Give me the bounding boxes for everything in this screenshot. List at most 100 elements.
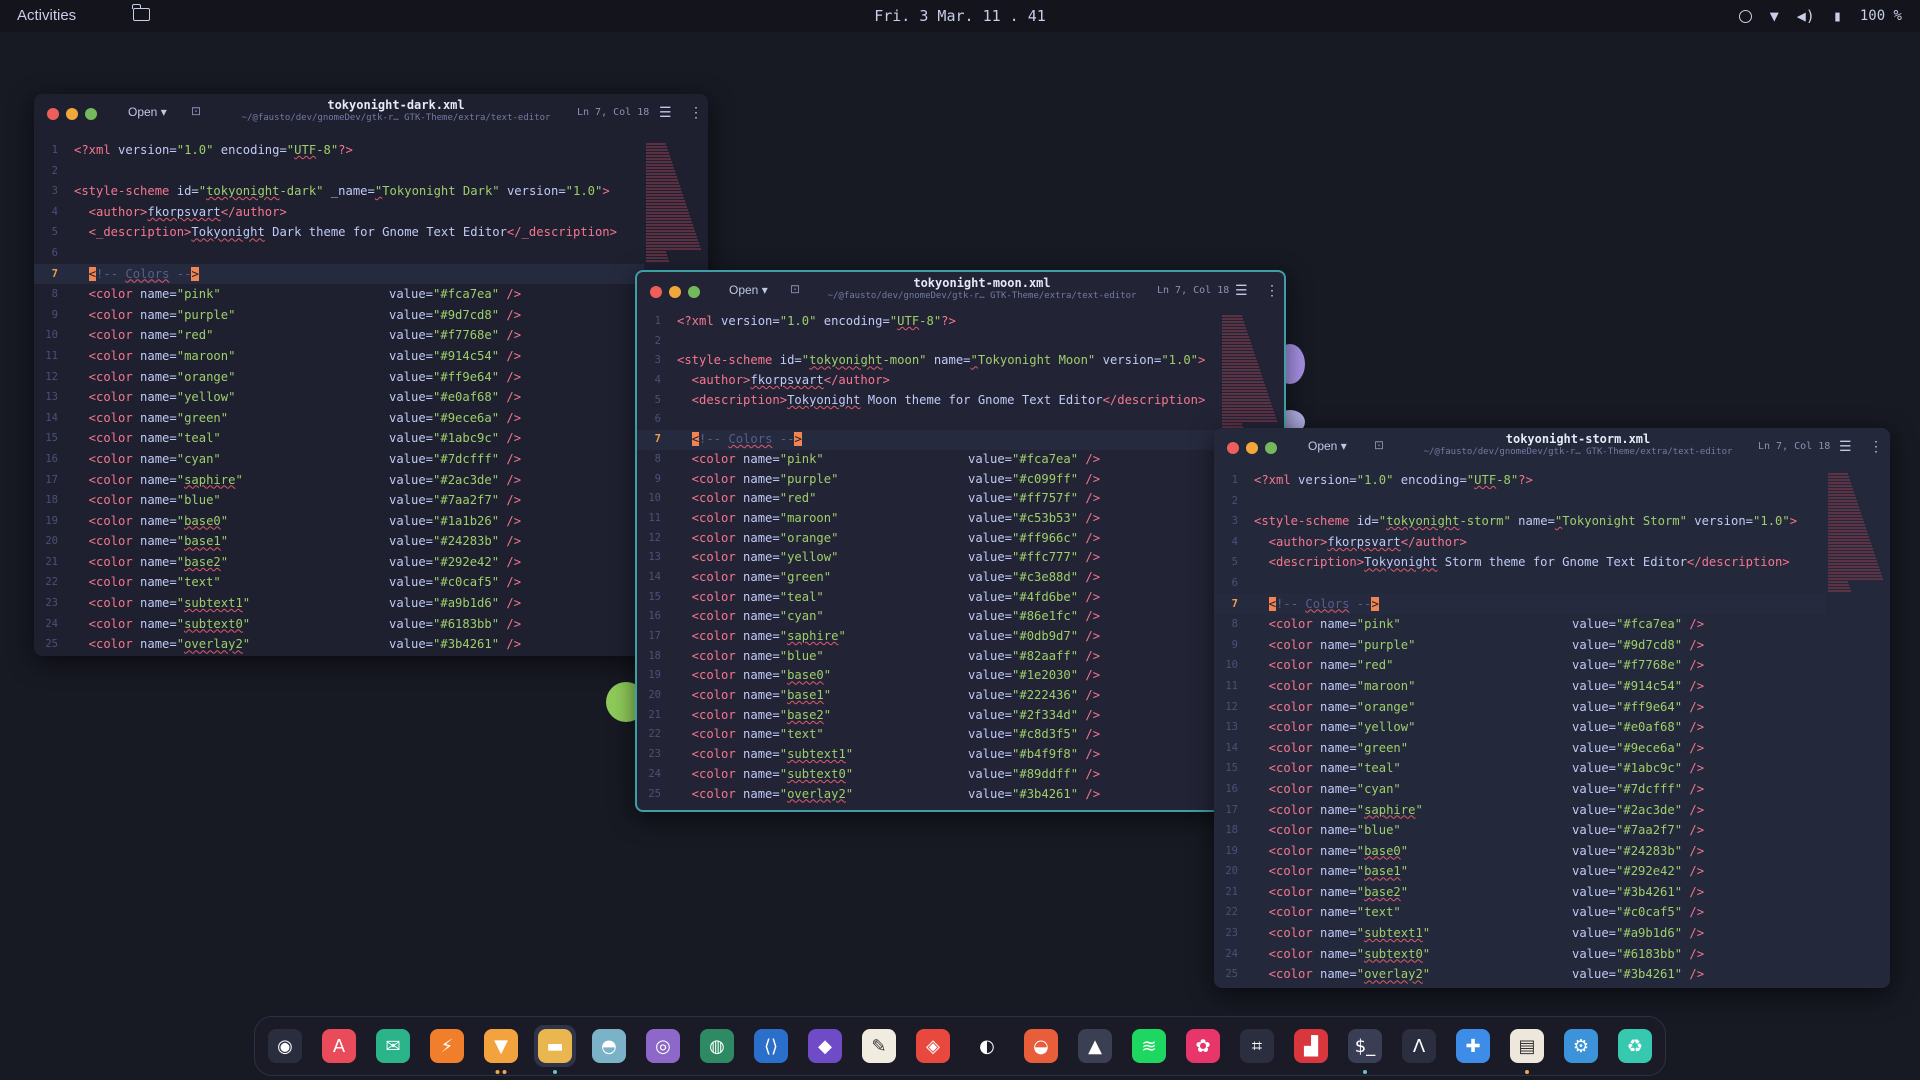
more-options-icon[interactable]: ⋮ — [689, 104, 703, 121]
close-button[interactable] — [47, 108, 59, 120]
code-line[interactable]: 7 <!-- Colors --> — [1214, 593, 1826, 615]
code-line[interactable]: 11 <color name="maroon" value="#914c54" /… — [34, 346, 644, 367]
editor-window-storm[interactable]: Open ▾ ⊡ tokyonight-storm.xml ~/@fausto/dev… — [1214, 428, 1890, 988]
code-line[interactable]: 10 <color name="red" value="#ff757f" /> — [637, 489, 1220, 509]
dock-item-settings[interactable]: ⚙ — [1560, 1025, 1602, 1067]
code-line[interactable]: 12 <color name="orange" value="#ff9e64" /… — [34, 367, 644, 388]
code-line[interactable]: 4 <author>fkorpsvart</author> — [34, 202, 644, 223]
code-line[interactable]: 3 <style-scheme id="tokyonight-storm" nam… — [1214, 511, 1826, 532]
code-line[interactable]: 24 <color name="subtext0" value="#89ddff"… — [637, 765, 1220, 785]
window-header[interactable]: Open ▾ ⊡ tokyonight-storm.xml ~/@fausto/dev… — [1214, 428, 1890, 466]
open-button[interactable]: Open ▾ — [1308, 439, 1347, 453]
dock-item-brave[interactable]: ▼ — [480, 1025, 522, 1074]
code-line[interactable]: 15 <color name="teal" value="#1abc9c" /> — [34, 428, 644, 449]
maximize-button[interactable] — [688, 286, 700, 298]
code-line[interactable]: 6 — [34, 243, 644, 264]
minimap[interactable] — [646, 142, 706, 263]
code-line[interactable]: 20 <color name="base1" value="#24283b" /> — [34, 531, 644, 552]
code-line[interactable]: 22 <color name="text" value="#c8d3f5" /> — [637, 725, 1220, 745]
code-line[interactable]: 1 <?xml version="1.0" encoding="UTF-8"?> — [34, 140, 644, 161]
code-line[interactable]: 3 <style-scheme id="tokyonight-moon" name… — [637, 351, 1220, 371]
code-line[interactable]: 5 <description>Tokyonight Moon theme for… — [637, 391, 1220, 411]
code-line[interactable]: 23 <color name="subtext1" value="#a9b1d6"… — [34, 593, 644, 614]
dock-item-disks[interactable]: ◓ — [588, 1025, 630, 1067]
code-line[interactable]: 8 <color name="pink" value="#fca7ea" /> — [1214, 614, 1826, 635]
hamburger-menu-icon[interactable]: ☰ — [1235, 282, 1248, 299]
code-line[interactable]: 10 <color name="red" value="#f7768e" /> — [1214, 655, 1826, 676]
dock-item-files[interactable]: ▬ — [534, 1025, 576, 1074]
maximize-button[interactable] — [85, 108, 97, 120]
code-line[interactable]: 18 <color name="blue" value="#7aa2f7" /> — [1214, 820, 1826, 841]
dock-item-inkscape[interactable]: ▲ — [1074, 1025, 1116, 1067]
code-line[interactable]: 18 <color name="blue" value="#7aa2f7" /> — [34, 490, 644, 511]
code-line[interactable]: 18 <color name="blue" value="#82aaff" /> — [637, 647, 1220, 667]
code-line[interactable]: 5 <description>Tokyonight Storm theme fo… — [1214, 552, 1826, 573]
dock-item-firefox[interactable]: ◒ — [1020, 1025, 1062, 1067]
code-line[interactable]: 22 <color name="text" value="#c0caf5" /> — [34, 572, 644, 593]
close-button[interactable] — [650, 286, 662, 298]
dock-item-obsidian[interactable]: ◆ — [804, 1025, 846, 1067]
code-line[interactable]: 22 <color name="text" value="#c0caf5" /> — [1214, 902, 1826, 923]
code-line[interactable]: 2 — [637, 332, 1220, 352]
minimap[interactable] — [1222, 314, 1282, 435]
hamburger-menu-icon[interactable]: ☰ — [1839, 438, 1852, 455]
code-line[interactable]: 13 <color name="yellow" value="#e0af68" /… — [1214, 717, 1826, 738]
code-line[interactable]: 16 <color name="cyan" value="#7dcfff" /> — [34, 449, 644, 470]
more-options-icon[interactable]: ⋮ — [1265, 282, 1279, 299]
code-view[interactable]: 1 <?xml version="1.0" encoding="UTF-8"?> 2… — [1214, 470, 1826, 985]
system-tray[interactable]: ▼ ◀) ▮ 100 % — [1738, 7, 1902, 25]
code-line[interactable]: 9 <color name="purple" value="#9d7cd8" /> — [1214, 635, 1826, 656]
code-line[interactable]: 8 <color name="pink" value="#fca7ea" /> — [34, 284, 644, 305]
dock-item-ulauncher[interactable]: ◉ — [264, 1025, 306, 1067]
window-header[interactable]: Open ▾ ⊡ tokyonight-moon.xml ~/@fausto/dev/… — [637, 272, 1284, 310]
code-line[interactable]: 24 <color name="subtext0" value="#6183bb"… — [34, 614, 644, 635]
minimize-button[interactable] — [669, 286, 681, 298]
code-line[interactable]: 14 <color name="green" value="#9ece6a" /> — [1214, 738, 1826, 759]
code-line[interactable]: 2 — [1214, 491, 1826, 512]
code-line[interactable]: 17 <color name="saphire" value="#0db9d7" … — [637, 627, 1220, 647]
code-line[interactable]: 16 <color name="cyan" value="#7dcfff" /> — [1214, 779, 1826, 800]
code-line[interactable]: 20 <color name="base1" value="#222436" /> — [637, 686, 1220, 706]
code-line[interactable]: 11 <color name="maroon" value="#914c54" /… — [1214, 676, 1826, 697]
code-line[interactable]: 25 <color name="overlay2" value="#3b4261"… — [637, 785, 1220, 805]
maximize-button[interactable] — [1265, 442, 1277, 454]
code-line[interactable]: 13 <color name="yellow" value="#ffc777" /… — [637, 548, 1220, 568]
dock-item-trash[interactable]: ♻ — [1614, 1025, 1656, 1067]
code-view[interactable]: 1 <?xml version="1.0" encoding="UTF-8"?> 2… — [637, 312, 1220, 804]
hamburger-menu-icon[interactable]: ☰ — [659, 104, 672, 121]
clock[interactable]: Fri. 3 Mar. 11 . 41 — [0, 7, 1920, 25]
code-line[interactable]: 19 <color name="base0" value="#24283b" /> — [1214, 841, 1826, 862]
code-line[interactable]: 4 <author>fkorpsvart</author> — [637, 371, 1220, 391]
dock-item-app-store[interactable]: A — [318, 1025, 360, 1067]
code-line[interactable]: 10 <color name="red" value="#f7768e" /> — [34, 325, 644, 346]
code-line[interactable]: 3 <style-scheme id="tokyonight-dark" _nam… — [34, 181, 644, 202]
open-button[interactable]: Open ▾ — [128, 105, 167, 119]
more-options-icon[interactable]: ⋮ — [1869, 438, 1883, 455]
code-line[interactable]: 25 <color name="overlay2" value="#3b4261"… — [1214, 964, 1826, 985]
editor-window-moon[interactable]: Open ▾ ⊡ tokyonight-moon.xml ~/@fausto/dev/… — [635, 270, 1286, 812]
code-line[interactable]: 7 <!-- Colors --> — [34, 263, 644, 285]
code-line[interactable]: 24 <color name="subtext0" value="#6183bb"… — [1214, 944, 1826, 965]
dock-item-alacritty[interactable]: Λ — [1398, 1025, 1440, 1067]
code-line[interactable]: 9 <color name="purple" value="#9d7cd8" /> — [34, 305, 644, 326]
editor-window-dark[interactable]: Open ▾ ⊡ tokyonight-dark.xml ~/@fausto/dev/… — [34, 94, 708, 656]
dock-item-spotify[interactable]: ≋ — [1128, 1025, 1170, 1067]
dock-item-world[interactable]: ◍ — [696, 1025, 738, 1067]
code-line[interactable]: 2 — [34, 161, 644, 182]
code-line[interactable]: 13 <color name="yellow" value="#e0af68" /… — [34, 387, 644, 408]
code-line[interactable]: 7 <!-- Colors --> — [637, 430, 1220, 450]
code-line[interactable]: 21 <color name="base2" value="#3b4261" /> — [1214, 882, 1826, 903]
code-line[interactable]: 15 <color name="teal" value="#1abc9c" /> — [1214, 758, 1826, 779]
code-line[interactable]: 11 <color name="maroon" value="#c53b53" /… — [637, 509, 1220, 529]
code-line[interactable]: 21 <color name="base2" value="#292e42" /> — [34, 552, 644, 573]
dock-item-mail[interactable]: ✉ — [372, 1025, 414, 1067]
dock-item-bolt[interactable]: ⚡ — [426, 1025, 468, 1067]
code-line[interactable]: 23 <color name="subtext1" value="#a9b1d6"… — [1214, 923, 1826, 944]
dock-item-text-editor[interactable]: ✎ — [858, 1025, 900, 1067]
code-line[interactable]: 1 <?xml version="1.0" encoding="UTF-8"?> — [637, 312, 1220, 332]
code-line[interactable]: 5 <_description>Tokyonight Dark theme fo… — [34, 222, 644, 243]
code-line[interactable]: 19 <color name="base0" value="#1e2030" /> — [637, 666, 1220, 686]
code-line[interactable]: 12 <color name="orange" value="#ff966c" /… — [637, 529, 1220, 549]
code-line[interactable]: 6 — [637, 410, 1220, 430]
code-line[interactable]: 4 <author>fkorpsvart</author> — [1214, 532, 1826, 553]
